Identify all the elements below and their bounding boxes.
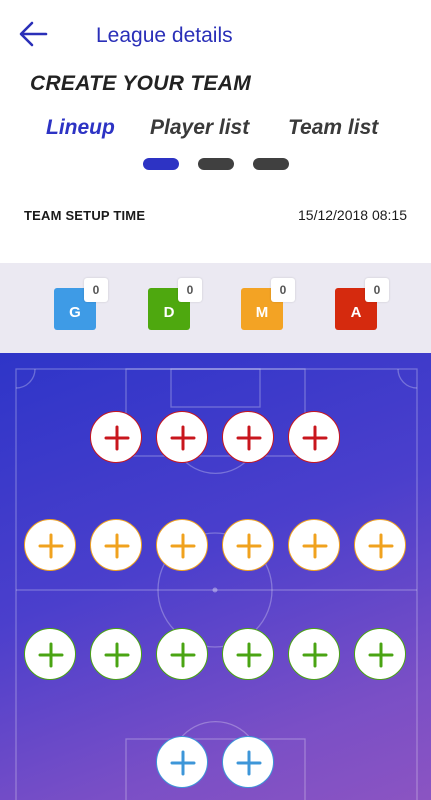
app-header: League details (0, 0, 431, 70)
attacker-count: 0 (365, 278, 389, 302)
attacker-count-badge: A 0 (335, 278, 389, 330)
plus-icon (104, 425, 130, 451)
defense-slot-3-add-button[interactable] (156, 628, 208, 680)
defender-count-badge: D 0 (148, 278, 202, 330)
midfielder-count-badge: M 0 (241, 278, 295, 330)
attack-slot-4-add-button[interactable] (288, 411, 340, 463)
plus-icon (236, 425, 262, 451)
create-team-heading: CREATE YOUR TEAM (30, 72, 252, 95)
defender-letter: D (163, 303, 175, 321)
goalkeeper-slot-1-add-button[interactable] (156, 736, 208, 788)
plus-icon (170, 533, 196, 559)
plus-icon (368, 533, 394, 559)
defense-slot-2-add-button[interactable] (90, 628, 142, 680)
tab-player-list[interactable]: Player list (150, 116, 249, 140)
plus-icon (368, 642, 394, 668)
football-pitch (0, 353, 431, 800)
plus-icon (302, 642, 328, 668)
attack-slot-1-add-button[interactable] (90, 411, 142, 463)
team-setup-time-value: 15/12/2018 08:15 (298, 207, 407, 223)
attack-slot-3-add-button[interactable] (222, 411, 274, 463)
midfield-slot-6-add-button[interactable] (354, 519, 406, 571)
goalkeeper-count: 0 (84, 278, 108, 302)
plus-icon (170, 642, 196, 668)
tab-bar: Lineup Player list Team list (0, 116, 431, 148)
defender-count: 0 (178, 278, 202, 302)
plus-icon (170, 750, 196, 776)
attacker-letter: A (350, 303, 362, 321)
position-counts-bar: G 0 D 0 M 0 A 0 (0, 263, 431, 353)
midfielder-count: 0 (271, 278, 295, 302)
plus-icon (104, 533, 130, 559)
plus-icon (236, 642, 262, 668)
pitch-lines (15, 368, 418, 800)
tab-lineup[interactable]: Lineup (46, 116, 115, 140)
page-indicator-dot-lineup (143, 158, 179, 170)
defense-slot-1-add-button[interactable] (24, 628, 76, 680)
plus-icon (104, 642, 130, 668)
plus-icon (170, 425, 196, 451)
plus-icon (302, 425, 328, 451)
midfield-slot-1-add-button[interactable] (24, 519, 76, 571)
page-indicator-dot-player-list (198, 158, 234, 170)
tab-team-list[interactable]: Team list (288, 116, 378, 140)
midfielder-letter: M (255, 303, 269, 321)
goalkeeper-count-badge: G 0 (54, 278, 108, 330)
plus-icon (38, 642, 64, 668)
arrow-left-icon (19, 21, 48, 47)
defense-slot-5-add-button[interactable] (288, 628, 340, 680)
goalkeeper-slot-2-add-button[interactable] (222, 736, 274, 788)
plus-icon (38, 533, 64, 559)
defense-slot-6-add-button[interactable] (354, 628, 406, 680)
page-indicator (0, 158, 431, 172)
page-indicator-dot-team-list (253, 158, 289, 170)
midfield-slot-3-add-button[interactable] (156, 519, 208, 571)
plus-icon (302, 533, 328, 559)
attack-slot-2-add-button[interactable] (156, 411, 208, 463)
back-button[interactable] (16, 16, 52, 52)
defense-slot-4-add-button[interactable] (222, 628, 274, 680)
page-title: League details (96, 24, 233, 47)
plus-icon (236, 533, 262, 559)
midfield-slot-5-add-button[interactable] (288, 519, 340, 571)
plus-icon (236, 750, 262, 776)
team-setup-time-label: TEAM SETUP TIME (24, 208, 146, 223)
goalkeeper-letter: G (69, 303, 81, 321)
midfield-slot-4-add-button[interactable] (222, 519, 274, 571)
midfield-slot-2-add-button[interactable] (90, 519, 142, 571)
